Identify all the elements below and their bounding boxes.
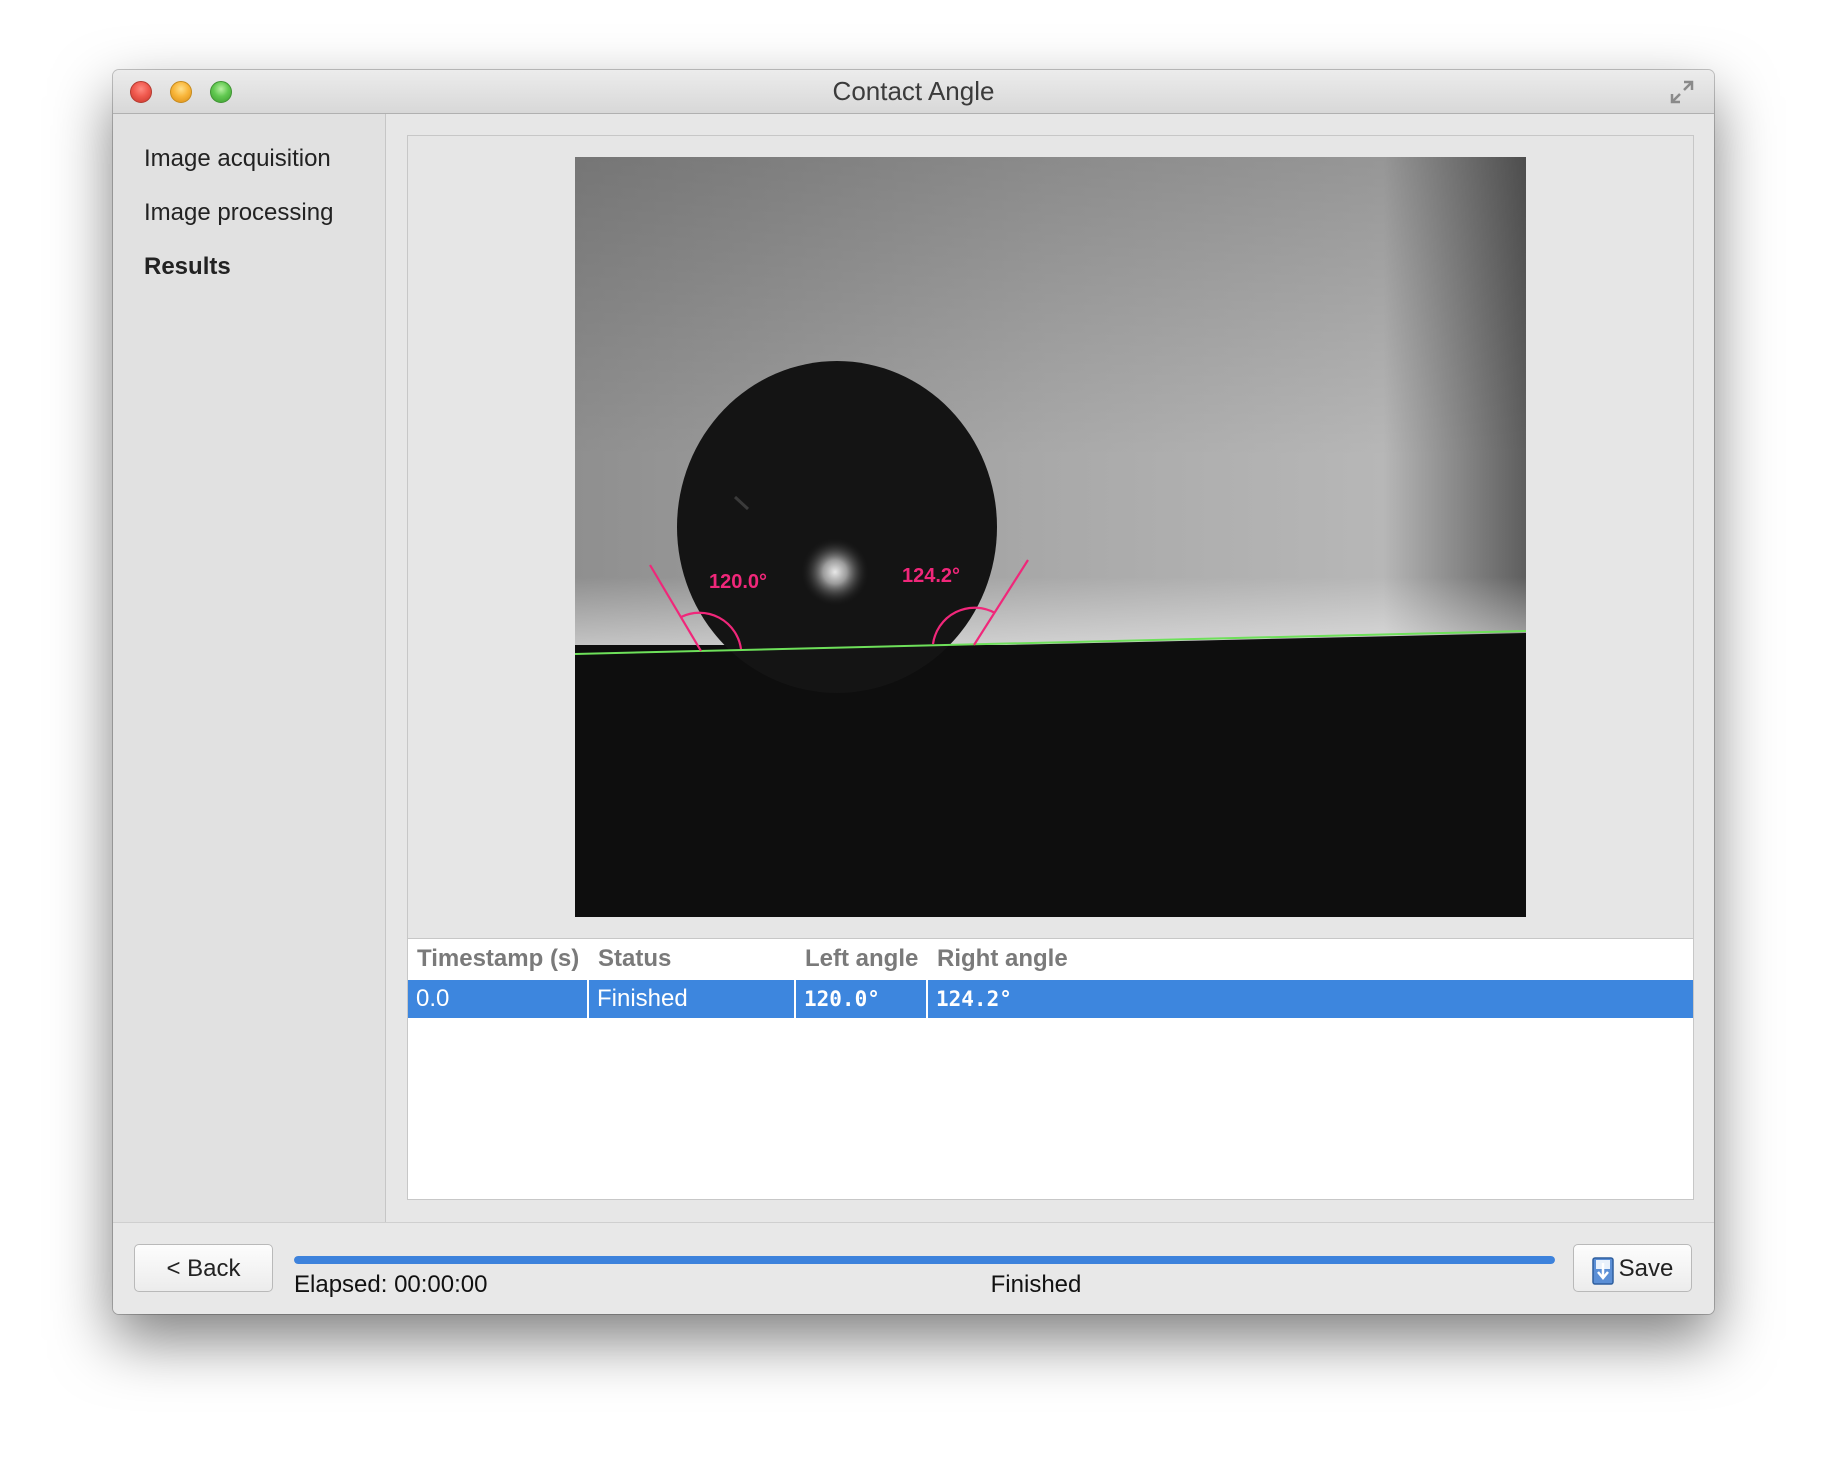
left-angle-label: 120.0°: [709, 571, 767, 593]
titlebar: Contact Angle: [113, 70, 1714, 114]
cell-status: Finished: [589, 980, 796, 1018]
column-header-left-angle[interactable]: Left angle: [796, 939, 928, 979]
sidebar-item-image-processing[interactable]: Image processing: [144, 199, 333, 227]
contact-angle-window: Contact Angle Image acquisition Image pr…: [113, 70, 1714, 1314]
sidebar: Image acquisition Image processing Resul…: [113, 114, 386, 1222]
right-angle-label: 124.2°: [902, 565, 960, 587]
table-row[interactable]: 0.0 Finished 120.0° 124.2°: [408, 980, 1693, 1018]
droplet-image: 120.0° 124.2°: [575, 157, 1526, 917]
back-button[interactable]: < Back: [134, 1244, 273, 1292]
save-download-icon: [1591, 1254, 1614, 1285]
cell-left-angle: 120.0°: [796, 980, 928, 1018]
fullscreen-icon[interactable]: [1668, 78, 1696, 106]
save-button[interactable]: Save: [1573, 1244, 1692, 1292]
cell-right-angle: 124.2°: [936, 987, 1012, 1011]
cell-timestamp: 0.0: [408, 980, 589, 1018]
bottom-bar: < Back Elapsed: 00:00:00 Finished Save: [113, 1222, 1714, 1314]
elapsed-time: Elapsed: 00:00:00: [294, 1271, 488, 1298]
progress-bar-fill: [294, 1256, 1555, 1264]
droplet: [677, 361, 997, 693]
column-header-timestamp[interactable]: Timestamp (s): [408, 939, 589, 979]
sidebar-item-image-acquisition[interactable]: Image acquisition: [144, 145, 331, 173]
column-header-status[interactable]: Status: [589, 939, 796, 979]
results-table: Timestamp (s) Status Left angle Right an…: [408, 938, 1693, 1199]
table-header: Timestamp (s) Status Left angle Right an…: [408, 939, 1693, 979]
droplet-image-canvas: 120.0° 124.2°: [575, 157, 1526, 917]
window-title: Contact Angle: [832, 76, 995, 106]
status-text: Finished: [990, 1271, 1082, 1298]
sidebar-item-results[interactable]: Results: [144, 253, 231, 281]
save-button-label: Save: [1618, 1255, 1674, 1282]
progress-bar: [294, 1256, 1555, 1264]
column-header-right-angle[interactable]: Right angle: [928, 939, 1228, 979]
